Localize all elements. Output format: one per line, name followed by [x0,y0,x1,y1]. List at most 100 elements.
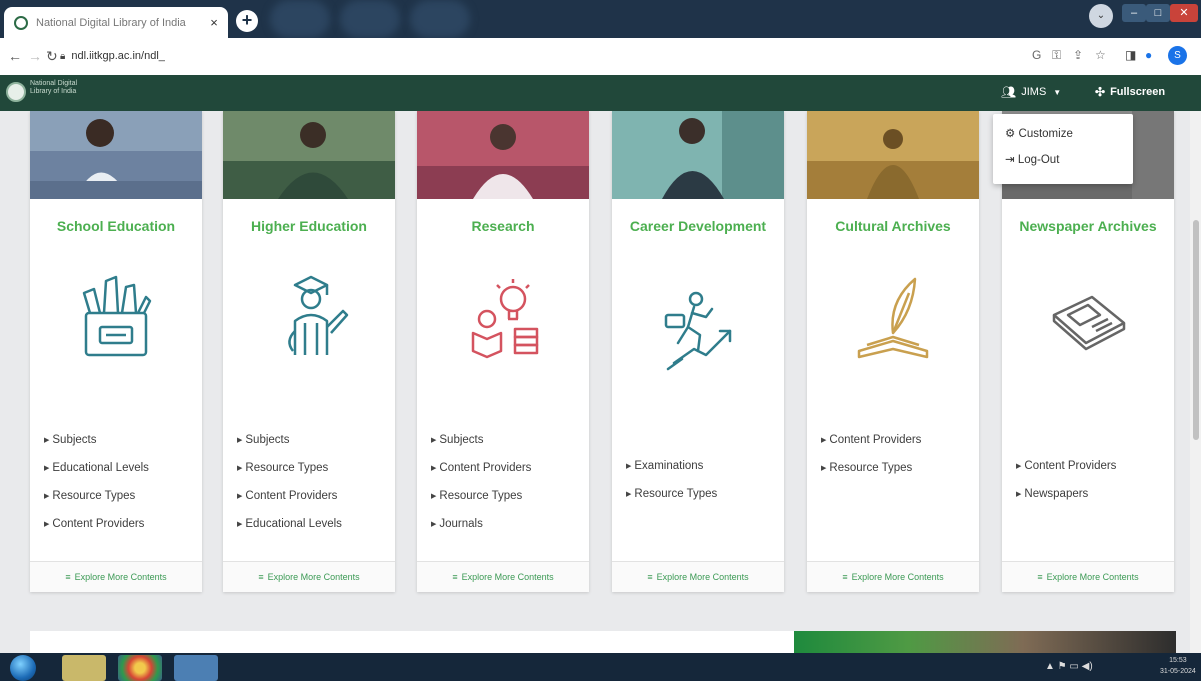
card-title[interactable]: Career Development [612,217,784,236]
card-link[interactable]: ▶ Newspapers [1016,486,1116,514]
blurred-tab [270,0,330,38]
database-icon: ≡ [65,572,71,582]
site-favicon-icon [14,15,28,30]
ndl-logo-text[interactable]: National Digital Library of India [30,80,90,96]
address-bar[interactable]: 🔒︎ ndl.iitkgp.ac.in/ndl_ [60,44,980,69]
clock-time: 15:53 [1169,657,1187,664]
explore-more-button[interactable]: ≡ Explore More Contents [417,561,589,592]
explore-more-button[interactable]: ≡ Explore More Contents [1002,561,1174,592]
user-name: JIMS [1021,86,1047,98]
card-link-list: ▶ Examinations ▶ Resource Types [626,458,717,514]
explore-more-button[interactable]: ≡ Explore More Contents [807,561,979,592]
card-link[interactable]: ▶ Subjects [44,432,149,460]
career-growth-icon [664,291,732,371]
card-link-list: ▶ Subjects ▶ Educational Levels ▶ Resource … [44,432,149,544]
ndl-logo-icon[interactable] [6,82,26,102]
system-tray[interactable]: ▲ ⚑ ▭ ◀) [1045,661,1093,672]
os-taskbar: ▲ ⚑ ▭ ◀) 15:53 31-05-2024 [0,653,1201,681]
card-title[interactable]: Higher Education [223,217,395,236]
forward-arrow-icon[interactable]: → [28,48,42,64]
card-link[interactable]: ▶ Content Providers [237,488,342,516]
blurred-tab [410,0,470,38]
side-panel-icon[interactable]: ◨ [1125,48,1136,62]
card-title[interactable]: School Education [30,217,202,236]
database-icon: ≡ [258,572,264,582]
research-photo [417,111,589,199]
expand-arrows-icon: ✣ [1095,85,1106,99]
taskbar-clock[interactable]: 15:53 31-05-2024 [1160,655,1196,677]
reload-icon[interactable]: ↻ [46,48,58,65]
site-header: National Digital Library of India 👥︎ JIM… [0,75,1201,111]
card-link[interactable]: ▶ Resource Types [821,460,921,488]
card-link[interactable]: ▶ Content Providers [44,516,149,544]
browser-tab[interactable]: National Digital Library of India × [4,7,228,38]
card-link[interactable]: ▶ Journals [431,516,531,544]
newspaper-icon [1052,295,1126,351]
users-icon: 👥︎ [1001,85,1017,99]
tab-close-icon[interactable]: × [206,15,222,30]
category-card-higher-education[interactable]: Higher Education ▶ Subjects ▶ Resource Typ… [223,111,395,592]
explorer-taskbar-icon[interactable] [62,655,106,681]
database-icon: ≡ [842,572,848,582]
card-link[interactable]: ▶ Resource Types [626,486,717,514]
card-link[interactable]: ▶ Subjects [237,432,342,460]
card-link[interactable]: ▶ Content Providers [821,432,921,460]
card-link[interactable]: ▶ Resource Types [44,488,149,516]
fullscreen-label: Fullscreen [1110,86,1166,98]
google-icon[interactable]: G [1032,48,1041,62]
caret-down-icon: ▼ [1053,87,1062,97]
app-taskbar-icon[interactable] [174,655,218,681]
lock-icon: 🔒︎ [60,51,66,62]
card-link[interactable]: ▶ Educational Levels [237,516,342,544]
card-link-list: ▶ Subjects ▶ Resource Types ▶ Content Provi… [237,432,342,544]
fullscreen-button[interactable]: ✣ Fullscreen [1095,85,1165,99]
user-menu[interactable]: 👥︎ JIMS ▼ [1001,85,1061,99]
explore-more-button[interactable]: ≡ Explore More Contents [612,561,784,592]
minimize-button[interactable]: – [1122,4,1146,22]
scrollbar-thumb[interactable] [1193,220,1199,440]
browser-toolbar: ← → ↻ 🔒︎ ndl.iitkgp.ac.in/ndl_ G ⚿ ⇪ ☆ ◨ … [0,38,1201,76]
extension-icon[interactable]: ● [1145,48,1152,62]
card-title[interactable]: Newspaper Archives [1002,217,1174,236]
database-icon: ≡ [647,572,653,582]
customize-menu-item[interactable]: ⚙︎ Customize [1005,126,1073,140]
back-arrow-icon[interactable]: ← [8,48,22,64]
card-link[interactable]: ▶ Educational Levels [44,460,149,488]
bookmark-star-icon[interactable]: ☆ [1095,48,1106,62]
category-card-research[interactable]: Research ▶ Subjects ▶ Content Providers ▶ R… [417,111,589,592]
logout-menu-item[interactable]: ⇥ Log-Out [1005,152,1059,166]
start-button[interactable] [10,655,36,681]
card-link[interactable]: ▶ Resource Types [431,488,531,516]
chrome-taskbar-icon[interactable] [118,655,162,681]
profile-avatar[interactable]: S [1168,46,1187,65]
category-card-career-development[interactable]: Career Development ▶ Examinations ▶ Resour… [612,111,784,592]
higher-education-photo [223,111,395,199]
card-link[interactable]: ▶ Subjects [431,432,531,460]
card-title[interactable]: Research [417,217,589,236]
explore-more-button[interactable]: ≡ Explore More Contents [223,561,395,592]
database-icon: ≡ [1037,572,1043,582]
user-dropdown-menu: ⚙︎ Customize ⇥ Log-Out [993,114,1133,184]
key-icon[interactable]: ⚿ [1052,48,1061,63]
quill-book-icon [857,277,929,359]
maximize-button[interactable]: □ [1146,4,1170,22]
explore-more-button[interactable]: ≡ Explore More Contents [30,561,202,592]
clock-date: 31-05-2024 [1160,668,1196,675]
category-card-school-education[interactable]: School Education ▶ Subjects ▶ Educational … [30,111,202,592]
profile-chip[interactable]: ⌄ [1089,4,1113,28]
tab-title: National Digital Library of India [36,16,186,29]
close-window-button[interactable]: ✕ [1170,4,1198,22]
url-text: ndl.iitkgp.ac.in/ndl_ [71,50,165,62]
main-content: School Education ▶ Subjects ▶ Educational … [0,111,1190,653]
career-development-photo [612,111,784,199]
card-link-list: ▶ Subjects ▶ Content Providers ▶ Resource T… [431,432,531,544]
card-link[interactable]: ▶ Content Providers [1016,458,1116,486]
card-link[interactable]: ▶ Content Providers [431,460,531,488]
school-education-photo [30,111,202,199]
new-tab-button[interactable]: + [236,10,258,32]
card-link[interactable]: ▶ Resource Types [237,460,342,488]
card-title[interactable]: Cultural Archives [807,217,979,236]
share-icon[interactable]: ⇪ [1073,48,1083,62]
card-link[interactable]: ▶ Examinations [626,458,717,486]
category-card-cultural-archives[interactable]: Cultural Archives ▶ Content Providers ▶ Re… [807,111,979,592]
